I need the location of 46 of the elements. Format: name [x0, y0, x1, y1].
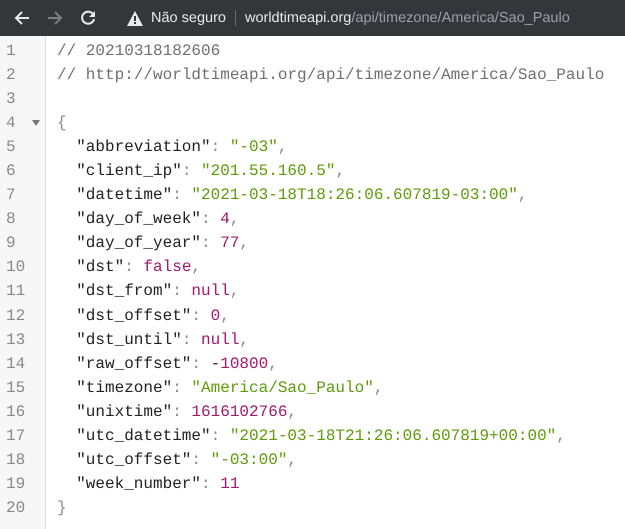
code-line: // http://worldtimeapi.org/api/timezone/America/Sao_Paulo: [57, 66, 604, 84]
code-line: "day_of_week": 4,: [76, 210, 240, 228]
line-number: 14: [6, 354, 26, 373]
code-line: "abbreviation": "-03",: [76, 138, 288, 156]
line-number: 13: [6, 330, 26, 349]
line-number: 19: [6, 474, 26, 493]
line-number: 10: [6, 258, 26, 276]
code-line: "client_ip": "201.55.160.5",: [76, 162, 346, 180]
code-line: "dst_from": null,: [76, 282, 240, 300]
line-number: 17: [6, 426, 26, 445]
line-number: 20: [6, 498, 26, 517]
line-number: 6: [6, 162, 16, 180]
code-line: "dst": false,: [76, 258, 202, 276]
code-line: "week_number": 11: [76, 474, 240, 493]
warning-icon: [127, 10, 143, 26]
code-line: "timezone": "America/Sao_Paulo",: [76, 378, 384, 397]
code-line: "datetime": "2021-03-18T18:26:06.607819-03:00",: [76, 186, 528, 204]
line-number: 5: [6, 138, 16, 156]
line-number: 12: [6, 306, 26, 325]
code-line: "raw_offset": -10800,: [76, 354, 278, 373]
right-arrow-icon: [46, 9, 64, 27]
url-text[interactable]: worldtimeapi.org/api/timezone/America/Sao_Paulo: [244, 10, 570, 26]
fold-arrow-icon[interactable]: [32, 120, 40, 126]
code-line: }: [57, 498, 67, 517]
line-number: 16: [6, 402, 26, 421]
line-number: 11: [6, 282, 26, 300]
line-number: 8: [6, 210, 16, 228]
left-arrow-icon: [13, 9, 31, 27]
line-number: 9: [6, 234, 16, 252]
code-line: "utc_datetime": "2021-03-18T21:26:06.607819+00:00",: [76, 426, 566, 445]
security-label[interactable]: Não seguro: [151, 10, 226, 26]
code-line: "dst_offset": 0,: [76, 306, 230, 325]
reload-icon: [79, 9, 97, 27]
line-number: 1: [6, 42, 16, 60]
code-line: {: [57, 114, 67, 132]
code-line: "day_of_year": 77,: [76, 234, 250, 252]
line-number: 4: [6, 114, 16, 132]
code-line: // 20210318182606: [57, 42, 220, 60]
code-line: "dst_until": null,: [76, 330, 250, 349]
line-number: 2: [6, 66, 16, 84]
line-number: 18: [6, 450, 26, 469]
line-number: 7: [6, 186, 16, 204]
code-line: "utc_offset": "-03:00",: [76, 450, 298, 469]
line-number: 15: [6, 378, 26, 397]
line-number: 3: [6, 90, 16, 108]
code-line: "unixtime": 1616102766,: [76, 402, 298, 421]
